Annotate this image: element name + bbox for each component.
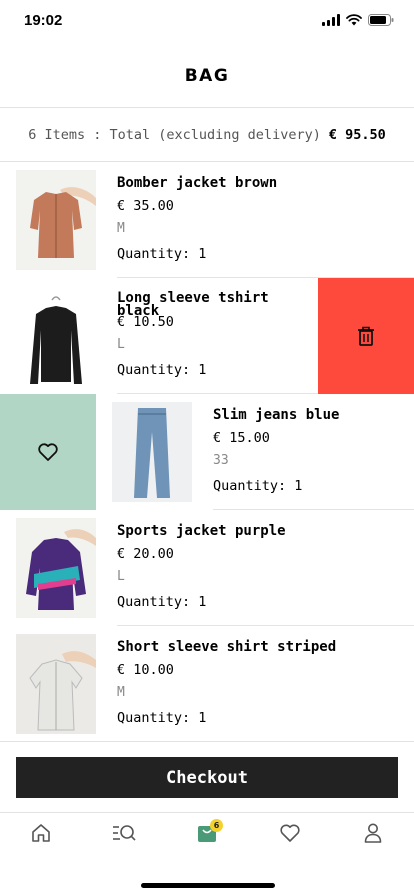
product-image [16, 634, 96, 734]
bag-item[interactable]: Sports jacket purple € 20.00 L Quantity:… [0, 510, 414, 626]
signal-icon [322, 14, 340, 26]
item-price: € 10.50 [117, 314, 174, 330]
home-indicator [141, 883, 275, 888]
bag-summary: 6 Items : Total (excluding delivery) € 9… [0, 108, 414, 162]
checkout-area: Checkout [0, 741, 414, 813]
status-time: 19:02 [24, 12, 63, 29]
item-info: Bomber jacket brown € 35.00 M Quantity: … [117, 162, 414, 278]
item-info: Slim jeans blue € 15.00 33 Quantity: 1 [213, 394, 414, 510]
item-name: Sports jacket purple [117, 523, 286, 539]
search-list-icon [113, 825, 136, 841]
bag-item[interactable]: Slim jeans blue € 15.00 33 Quantity: 1 [0, 394, 414, 510]
item-quantity[interactable]: Quantity: 1 [213, 478, 302, 494]
item-name: Bomber jacket brown [117, 175, 278, 191]
item-size: M [117, 685, 125, 700]
item-name: Short sleeve shirt striped [117, 639, 337, 655]
bag-item[interactable]: Bomber jacket brown € 35.00 M Quantity: … [0, 162, 414, 278]
item-info: Sports jacket purple € 20.00 L Quantity:… [117, 510, 414, 626]
item-quantity[interactable]: Quantity: 1 [117, 246, 206, 262]
item-price: € 15.00 [213, 430, 270, 446]
profile-icon [364, 823, 381, 843]
item-size: L [117, 569, 125, 584]
product-image [16, 170, 96, 270]
item-size: L [117, 337, 125, 352]
battery-icon [368, 14, 394, 26]
checkout-button[interactable]: Checkout [16, 757, 398, 798]
item-size: 33 [213, 453, 229, 468]
heart-icon [38, 443, 58, 461]
status-bar: 19:02 [0, 0, 414, 44]
nav-header: BAG [0, 44, 414, 108]
item-price: € 35.00 [117, 198, 174, 214]
status-icons [322, 14, 394, 26]
tab-profile[interactable] [331, 813, 414, 853]
item-info: Long sleeve tshirt black € 10.50 L Quant… [117, 278, 318, 394]
item-price: € 10.00 [117, 662, 174, 678]
item-price: € 20.00 [117, 546, 174, 562]
total-price: € 95.50 [328, 126, 386, 143]
item-quantity[interactable]: Quantity: 1 [117, 362, 206, 378]
home-icon [32, 824, 51, 842]
tab-bar: 6 [0, 813, 414, 853]
delete-item-button[interactable] [318, 278, 414, 394]
item-size: M [117, 221, 125, 236]
page-title: BAG [184, 65, 230, 86]
item-quantity[interactable]: Quantity: 1 [117, 594, 206, 610]
tab-search[interactable] [83, 813, 166, 853]
product-image [16, 286, 96, 386]
item-name: Slim jeans blue [213, 407, 340, 423]
tab-favorites[interactable] [248, 813, 331, 853]
favorite-item-button[interactable] [0, 394, 96, 510]
heart-icon [280, 824, 300, 842]
wifi-icon [346, 14, 362, 26]
item-info: Short sleeve shirt striped € 10.00 M Qua… [117, 626, 414, 742]
bag-count-badge: 6 [209, 819, 223, 832]
bag-item[interactable]: Short sleeve shirt striped € 10.00 M Qua… [0, 626, 414, 742]
trash-icon [358, 326, 374, 346]
product-image [16, 518, 96, 618]
product-image [112, 402, 192, 502]
tab-home[interactable] [0, 813, 83, 853]
items-count-label: 6 Items : Total (excluding delivery) [28, 126, 321, 143]
bag-item[interactable]: Long sleeve tshirt black € 10.50 L Quant… [0, 278, 414, 394]
tab-bag[interactable]: 6 [166, 813, 249, 853]
item-quantity[interactable]: Quantity: 1 [117, 710, 206, 726]
